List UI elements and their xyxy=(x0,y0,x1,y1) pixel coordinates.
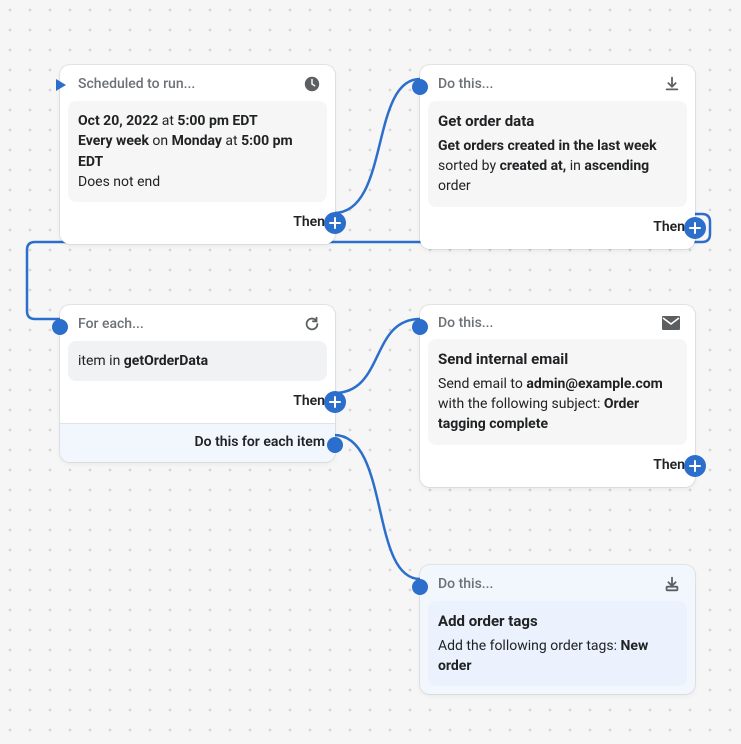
add-step-button[interactable] xyxy=(324,391,346,413)
input-port[interactable] xyxy=(412,579,428,595)
action-summary: Add order tags Add the following order t… xyxy=(428,601,687,686)
then-label: Then xyxy=(293,214,325,230)
clock-icon xyxy=(303,75,321,93)
node-add-tags[interactable]: Do this... Add order tags Add the follow… xyxy=(420,565,695,694)
node-for-each[interactable]: For each... item in getOrderData Then Do… xyxy=(60,305,335,462)
add-step-button[interactable] xyxy=(324,212,346,234)
header-label: Scheduled to run... xyxy=(78,76,195,92)
node-scheduled[interactable]: Scheduled to run... Oct 20, 2022 at 5:00… xyxy=(60,65,335,244)
input-port[interactable] xyxy=(412,319,428,335)
header-label: Do this... xyxy=(438,315,493,331)
foreach-label: Do this for each item xyxy=(195,434,325,450)
play-icon xyxy=(50,75,70,99)
header-label: For each... xyxy=(78,316,144,332)
node-get-order-data[interactable]: Do this... Get order data Get orders cre… xyxy=(420,65,695,249)
add-step-button[interactable] xyxy=(684,455,706,477)
loop-summary: item in getOrderData xyxy=(68,341,327,381)
import-icon xyxy=(663,575,681,593)
loop-icon xyxy=(303,315,321,333)
download-icon xyxy=(663,75,681,93)
schedule-summary: Oct 20, 2022 at 5:00 pm EDT Every week o… xyxy=(68,101,327,202)
add-step-button[interactable] xyxy=(684,217,706,239)
node-send-email[interactable]: Do this... Send internal email Send emai… xyxy=(420,305,695,487)
input-port[interactable] xyxy=(52,319,68,335)
mail-icon xyxy=(661,315,681,331)
action-summary: Get order data Get orders created in the… xyxy=(428,101,687,207)
action-summary: Send internal email Send email to admin@… xyxy=(428,339,687,445)
foreach-port[interactable] xyxy=(327,437,343,453)
then-label: Then xyxy=(653,219,685,235)
header-label: Do this... xyxy=(438,576,493,592)
input-port[interactable] xyxy=(412,79,428,95)
header-label: Do this... xyxy=(438,76,493,92)
then-label: Then xyxy=(293,393,325,409)
then-label: Then xyxy=(653,457,685,473)
